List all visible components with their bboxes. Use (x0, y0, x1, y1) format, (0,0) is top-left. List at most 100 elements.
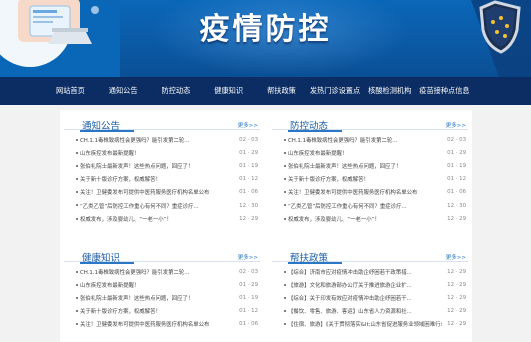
list-item[interactable]: 【综合】关于印发有效应对疫情冲击助企纾困若干... 12 · 29 (272, 291, 468, 304)
item-title[interactable]: 【旅游】文化和旅游部办公厅关于推进旅游企业扩... (288, 281, 442, 289)
list-item[interactable]: 权威发布，涉及婴幼儿、“一老一小”！ 12 · 29 (272, 212, 468, 225)
item-date: 01 · 29 (239, 281, 258, 288)
bullet-icon (284, 270, 286, 273)
list-item[interactable]: 关注！卫健委发布可提供中医药服务医疗机构名单公布 01 · 06 (64, 186, 260, 199)
list-item[interactable]: CH.1.1毒株致病性会更强吗？能引发第二轮... 02 · 03 (64, 265, 260, 278)
bullet-icon (76, 296, 78, 299)
list-item[interactable]: 关于新十版诊疗方案，权威解答！ 01 · 12 (64, 305, 260, 318)
list-item[interactable]: 山东疾控发布最新提醒！ 01 · 29 (64, 146, 260, 159)
item-date: 12 · 29 (447, 308, 466, 315)
item-date: 02 · 03 (239, 268, 258, 275)
dynamics-list: CH.1.1毒株致病性会更强吗？能引发第二轮... 02 · 03 山东疾控发布最… (272, 133, 468, 225)
bullet-icon (284, 178, 286, 181)
list-item[interactable]: 山东疾控发布最新提醒！ 01 · 29 (272, 146, 468, 159)
item-date: 12 · 30 (447, 202, 466, 209)
bullet-icon (76, 283, 78, 286)
health-panel: 健康知识 更多>> CH.1.1毒株致病性会更强吗？能引发第二轮... 02 · … (64, 242, 260, 328)
list-item[interactable]: 山东疾控发布最新提醒！ 01 · 29 (64, 278, 260, 291)
nav-item-home[interactable]: 网站首页 (56, 86, 85, 96)
bullet-icon (76, 204, 78, 207)
panel-title-underline (288, 130, 342, 132)
bullet-icon (284, 151, 286, 154)
list-item[interactable]: 关于新十版诊疗方案，权威解答！ 01 · 12 (272, 173, 468, 186)
item-date: 12 · 29 (447, 215, 466, 222)
item-title[interactable]: “乙类乙管”后防控工作重心有何不同？重症诊疗... (80, 202, 234, 210)
list-item[interactable]: 权威发布，涉及婴幼儿、“一老一小”！ 12 · 29 (64, 212, 260, 225)
nav-item-fever-clinics[interactable]: 发热门诊设置点 (310, 86, 360, 96)
panel-header: 健康知识 更多>> (64, 242, 260, 264)
more-link[interactable]: 更多>> (238, 121, 258, 129)
item-date: 02 · 03 (239, 136, 258, 143)
nav-item-testing[interactable]: 核酸检测机构 (368, 86, 411, 96)
list-item[interactable]: 张伯礼院士最新发声！这些热点问题，回应了！ 01 · 19 (64, 159, 260, 172)
item-date: 02 · 03 (447, 136, 466, 143)
item-title[interactable]: 【综合】济南市应对疫情冲击助企纾困若干政策措... (288, 268, 442, 276)
item-date: 01 · 19 (447, 162, 466, 169)
bullet-icon (284, 283, 286, 286)
item-title[interactable]: 山东疾控发布最新提醒！ (288, 149, 442, 157)
notices-list: CH.1.1毒株致病性会更强吗？能引发第二轮... 02 · 03 山东疾控发布最… (64, 133, 260, 225)
item-date: 12 · 30 (239, 202, 258, 209)
item-title[interactable]: 【综合】关于印发有效应对疫情冲击助企纾困若干... (288, 294, 442, 302)
bullet-icon (76, 178, 78, 181)
page: 疫情防控 网站首页 通知公告 防控动态 健康知识 帮扶政策 发热门诊设置点 核酸… (0, 0, 531, 342)
more-link[interactable]: 更多>> (446, 121, 466, 129)
nav-item-notices[interactable]: 通知公告 (109, 86, 138, 96)
item-title[interactable]: 权威发布，涉及婴幼儿、“一老一小”！ (80, 215, 234, 223)
list-item[interactable]: 【旅游】文化和旅游部办公厅关于推进旅游企业扩... 12 · 29 (272, 278, 468, 291)
bullet-icon (76, 310, 78, 313)
item-title[interactable]: CH.1.1毒株致病性会更强吗？能引发第二轮... (288, 136, 442, 144)
nav-item-dynamics[interactable]: 防控动态 (162, 86, 191, 96)
content-area: 通知公告 更多>> CH.1.1毒株致病性会更强吗？能引发第二轮... 02 · … (60, 110, 472, 342)
panel-header: 通知公告 更多>> (64, 110, 260, 132)
list-item[interactable]: 关于新十版诊疗方案，权威解答！ 01 · 12 (64, 173, 260, 186)
item-title[interactable]: 关于新十版诊疗方案，权威解答！ (80, 307, 234, 315)
bullet-icon (284, 164, 286, 167)
item-title[interactable]: CH.1.1毒株致病性会更强吗？能引发第二轮... (80, 268, 234, 276)
list-item[interactable]: “乙类乙管”后防控工作重心有何不同？重症诊疗... 12 · 30 (272, 199, 468, 212)
list-item[interactable]: 关注！卫健委发布可提供中医药服务医疗机构名单公布 01 · 06 (272, 186, 468, 199)
list-item[interactable]: 【住宿、旅游】《关于贯彻落实&lt;山东省促进服务业领域困难行业恢... 12 ·… (272, 318, 468, 331)
item-title[interactable]: 【住宿、旅游】《关于贯彻落实&lt;山东省促进服务业领域困难行业恢... (288, 320, 442, 328)
item-title[interactable]: 权威发布，涉及婴幼儿、“一老一小”！ (288, 215, 442, 223)
item-date: 01 · 12 (239, 308, 258, 315)
item-title[interactable]: 张伯礼院士最新发声！这些热点问题，回应了！ (80, 294, 234, 302)
list-item[interactable]: 【综合】济南市应对疫情冲击助企纾困若干政策措... 12 · 29 (272, 265, 468, 278)
panel-title-underline (80, 130, 134, 132)
bullet-icon (76, 217, 78, 220)
list-item[interactable]: CH.1.1毒株致病性会更强吗？能引发第二轮... 02 · 03 (64, 133, 260, 146)
item-date: 12 · 29 (447, 281, 466, 288)
nav-item-policy[interactable]: 帮扶政策 (267, 86, 296, 96)
item-title[interactable]: 关于新十版诊疗方案，权威解答！ (80, 175, 234, 183)
notices-panel: 通知公告 更多>> CH.1.1毒株致病性会更强吗？能引发第二轮... 02 · … (64, 110, 260, 223)
bullet-icon (76, 270, 78, 273)
list-item[interactable]: 关注！卫健委发布可提供中医药服务医疗机构名单公布 01 · 06 (64, 318, 260, 331)
bullet-icon (284, 323, 286, 326)
list-item[interactable]: CH.1.1毒株致病性会更强吗？能引发第二轮... 02 · 03 (272, 133, 468, 146)
list-item[interactable]: 张伯礼院士最新发声！这些热点问题，回应了！ 01 · 19 (64, 291, 260, 304)
list-item[interactable]: “乙类乙管”后防控工作重心有何不同？重症诊疗... 12 · 30 (64, 199, 260, 212)
item-date: 12 · 29 (447, 321, 466, 328)
nav-item-vaccination[interactable]: 疫苗接种点信息 (419, 86, 469, 96)
item-title[interactable]: 山东疾控发布最新提醒！ (80, 149, 234, 157)
bullet-icon (76, 138, 78, 141)
policy-list: 【综合】济南市应对疫情冲击助企纾困若干政策措... 12 · 29 【旅游】文化和… (272, 265, 468, 331)
list-item[interactable]: 张伯礼院士最新发声！这些热点问题，回应了！ 01 · 19 (272, 159, 468, 172)
item-title[interactable]: 关注！卫健委发布可提供中医药服务医疗机构名单公布 (288, 188, 442, 196)
panel-title-underline (288, 262, 342, 264)
item-title[interactable]: CH.1.1毒株致病性会更强吗？能引发第二轮... (80, 136, 234, 144)
item-title[interactable]: 张伯礼院士最新发声！这些热点问题，回应了！ (80, 162, 234, 170)
list-item[interactable]: 【餐饮、零售、旅游、客运】山东省人力资源和社... 12 · 29 (272, 305, 468, 318)
bullet-icon (76, 151, 78, 154)
item-title[interactable]: 关于新十版诊疗方案，权威解答！ (288, 175, 442, 183)
more-link[interactable]: 更多>> (238, 253, 258, 261)
item-title[interactable]: 张伯礼院士最新发声！这些热点问题，回应了！ (288, 162, 442, 170)
item-title[interactable]: 山东疾控发布最新提醒！ (80, 281, 234, 289)
bullet-icon (284, 310, 286, 313)
more-link[interactable]: 更多>> (446, 253, 466, 261)
item-title[interactable]: 关注！卫健委发布可提供中医药服务医疗机构名单公布 (80, 320, 234, 328)
item-title[interactable]: 【餐饮、零售、旅游、客运】山东省人力资源和社... (288, 307, 442, 315)
nav-item-health[interactable]: 健康知识 (214, 86, 243, 96)
item-title[interactable]: 关注！卫健委发布可提供中医药服务医疗机构名单公布 (80, 188, 234, 196)
item-title[interactable]: “乙类乙管”后防控工作重心有何不同？重症诊疗... (288, 202, 442, 210)
